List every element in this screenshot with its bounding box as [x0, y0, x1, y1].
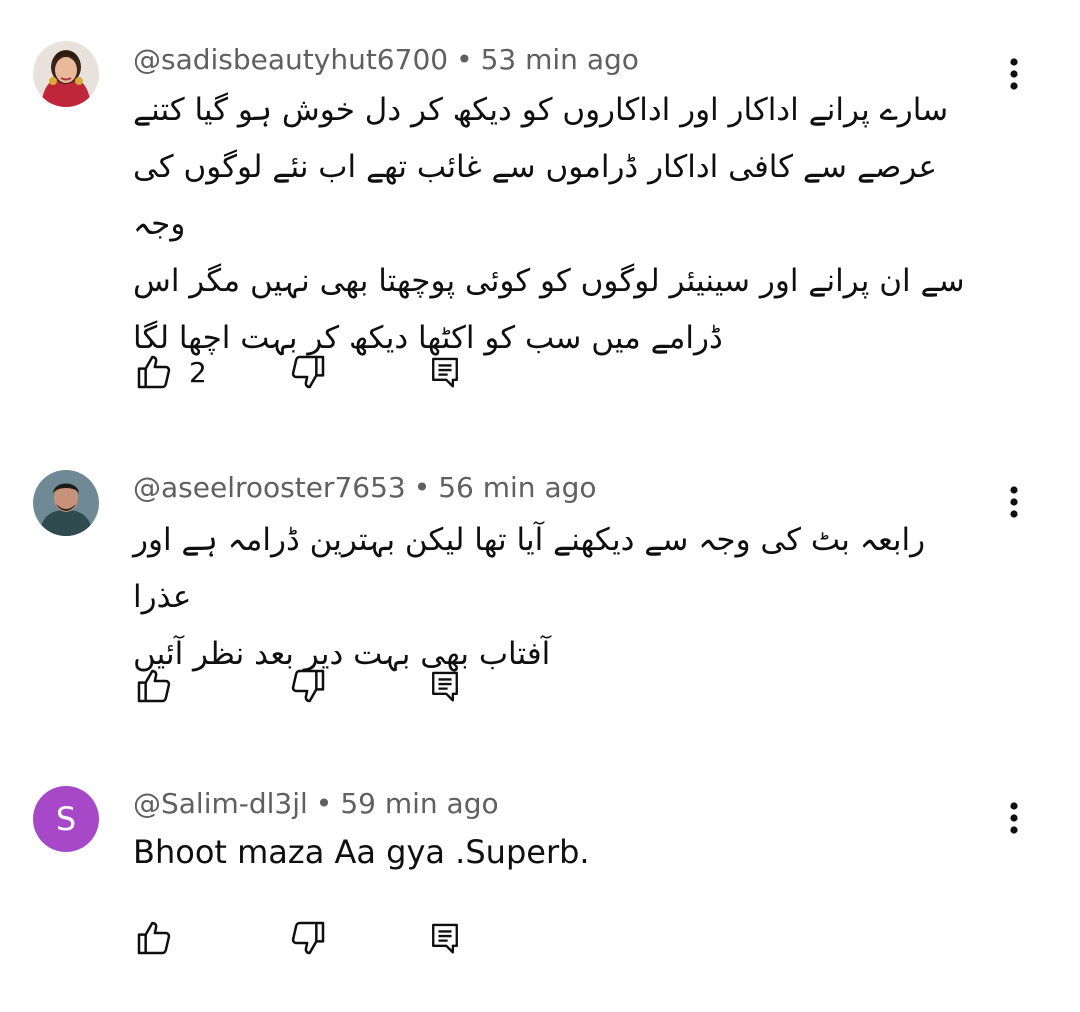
more-vertical-icon — [1010, 802, 1018, 834]
thumb-up-icon — [137, 921, 171, 955]
avatar-letter: S — [55, 800, 77, 838]
comment-author[interactable]: @Salim-dl3jl — [133, 787, 308, 820]
reply-comment-icon — [432, 923, 458, 954]
comment-text: Bhoot maza Aa gya .Superb. — [133, 824, 980, 881]
avatar[interactable]: S — [33, 786, 99, 852]
dislike-button[interactable] — [287, 916, 329, 960]
comment-thread: S @Salim-dl3jl • 59 min ago Bhoot maza Aa … — [0, 0, 1080, 1012]
like-button[interactable] — [133, 916, 175, 960]
comment-meta: @Salim-dl3jl • 59 min ago — [133, 787, 499, 821]
thumb-down-icon — [291, 921, 325, 955]
reply-button[interactable] — [429, 916, 461, 960]
comment-menu-button[interactable] — [996, 796, 1032, 840]
comment-text-line: Bhoot maza Aa gya .Superb. — [133, 833, 590, 871]
meta-separator: • — [315, 787, 333, 820]
comment-time[interactable]: 59 min ago — [340, 787, 498, 820]
comment-actions — [133, 916, 533, 960]
